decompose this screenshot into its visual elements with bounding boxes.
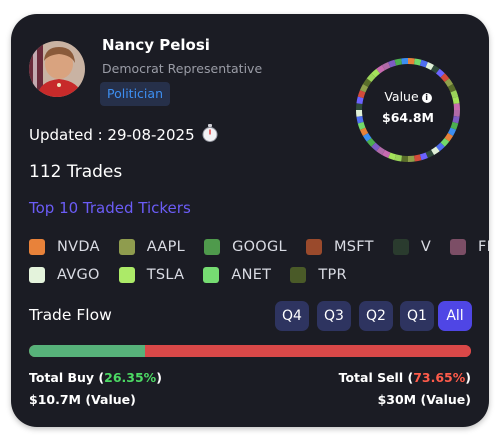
legend-item: ANET (203, 267, 271, 283)
ring-segment (371, 142, 381, 152)
trader-role: Democrat Representative (102, 61, 263, 76)
ring-segment (419, 59, 428, 68)
legend-swatch (290, 267, 307, 283)
legend-swatch (118, 267, 135, 283)
legend-label: V (420, 239, 432, 255)
buy-portion (29, 345, 146, 357)
legend-swatch (450, 239, 467, 255)
ring-segment (444, 132, 454, 142)
ring-segment (440, 137, 450, 147)
updated-row: Updated : 29-08-2025 (29, 124, 219, 146)
total-buy-pct: 26.35% (104, 370, 157, 385)
total-buy-close: ) (156, 370, 162, 385)
quarter-button-q3[interactable]: Q3 (317, 301, 351, 331)
ring-segment (394, 58, 403, 66)
ticker-legend: NVDA AAPL GOOGL MSFT V FI AVGO TSLA ANET TPR (29, 233, 489, 289)
quarter-button-q4[interactable]: Q4 (275, 301, 309, 331)
legend-label: AAPL (146, 239, 186, 255)
ring-segment (382, 149, 391, 159)
stopwatch-icon (201, 124, 219, 146)
buy-value: $10.7M (Value) (29, 392, 136, 407)
trade-count: 112 Trades (29, 162, 123, 182)
legend-item: TSLA (118, 267, 185, 283)
ring-segment (430, 64, 440, 74)
sell-value: $30M (Value) (377, 392, 471, 407)
legend-label: TPR (318, 267, 347, 283)
ring-segment (371, 68, 381, 78)
ring-segment (394, 154, 403, 162)
legend-label: GOOGL (232, 239, 287, 255)
legend-swatch (392, 239, 409, 255)
ring-segment (425, 149, 434, 159)
legend-label: ANET (231, 267, 272, 283)
ring-segment (362, 132, 372, 142)
ring-segment (444, 78, 454, 88)
legend-item: GOOGL (204, 239, 287, 255)
total-sell-pct: 73.65% (413, 370, 466, 385)
trader-name: Nancy Pelosi (102, 36, 210, 54)
ring-segment (413, 154, 422, 162)
ring-segment (366, 73, 376, 83)
legend-item: TPR (290, 267, 347, 283)
ring-segment (366, 137, 376, 147)
legend-swatch (29, 267, 45, 283)
total-sell: Total Sell (73.65%) (339, 370, 471, 385)
ring-segment (376, 64, 386, 74)
legend-swatch (203, 267, 220, 283)
avatar (29, 41, 85, 97)
ring-segment (435, 68, 445, 78)
info-icon[interactable]: i (421, 93, 432, 103)
ring-segment (388, 59, 397, 68)
legend-item: AAPL (118, 239, 186, 255)
ring-segment (376, 146, 386, 156)
quarter-button-q2[interactable]: Q2 (359, 301, 393, 331)
total-buy: Total Buy (26.35%) (29, 370, 162, 385)
ring-segment (359, 127, 369, 136)
total-sell-close: ) (465, 370, 471, 385)
legend-label: MSFT (333, 239, 374, 255)
trade-flow-title: Trade Flow (29, 306, 112, 324)
legend-label: TSLA (146, 267, 185, 283)
ring-segment (413, 58, 422, 66)
updated-text: Updated : 29-08-2025 (29, 126, 195, 144)
total-sell-label: Total Sell ( (338, 370, 414, 385)
trade-flow-bar (29, 345, 471, 357)
ring-segment (419, 152, 428, 161)
ring-segment (435, 142, 445, 152)
trader-card: Nancy Pelosi Democrat Representative Pol… (11, 14, 489, 427)
top-tickers-heading: Top 10 Traded Tickers (29, 199, 191, 217)
ring-segment (388, 152, 397, 161)
ring-segment (425, 61, 434, 71)
legend-row: NVDA AAPL GOOGL MSFT V FI (29, 233, 489, 261)
legend-swatch (118, 239, 135, 255)
legend-swatch (305, 239, 322, 255)
quarter-button-all[interactable]: All (438, 301, 472, 331)
legend-item: NVDA (29, 239, 100, 255)
value-label-text: Value (384, 89, 419, 104)
total-buy-label: Total Buy ( (29, 370, 105, 385)
legend-row: AVGO TSLA ANET TPR (29, 261, 479, 289)
ring-segment (382, 61, 391, 71)
legend-swatch (29, 239, 45, 255)
legend-label: NVDA (57, 239, 100, 255)
ring-segment (362, 78, 372, 88)
sell-portion (145, 345, 471, 357)
total-value: $64.8M (382, 110, 434, 125)
ring-segment (430, 146, 440, 156)
legend-item: V (392, 239, 432, 255)
ring-segment (447, 127, 457, 136)
legend-item: MSFT (305, 239, 374, 255)
legend-item: FI (450, 239, 489, 255)
value-label: Value i (354, 89, 462, 104)
ring-segment (440, 73, 450, 83)
legend-label: AVGO (57, 267, 100, 283)
legend-swatch (204, 239, 221, 255)
legend-item: AVGO (29, 267, 100, 283)
quarter-button-q1[interactable]: Q1 (400, 301, 434, 331)
legend-label: FI (478, 239, 489, 255)
category-badge: Politician (100, 82, 170, 106)
